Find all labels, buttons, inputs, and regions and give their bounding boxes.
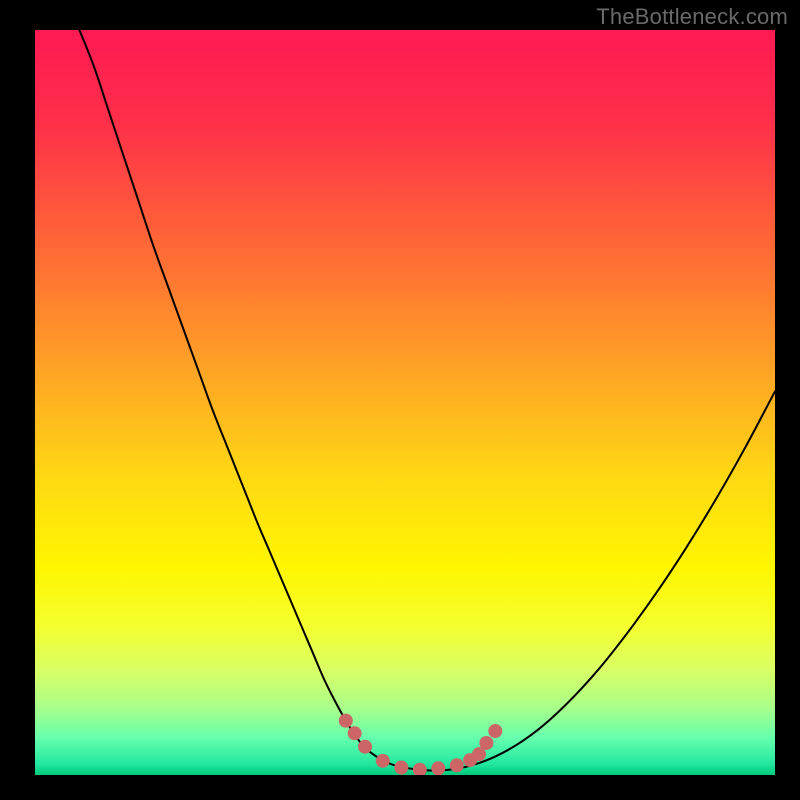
highlight-dots-point (376, 754, 390, 768)
highlight-dots-point (348, 726, 362, 740)
highlight-dots-point (479, 736, 493, 750)
highlight-dots-point (450, 758, 464, 772)
highlight-dots-point (358, 740, 372, 754)
chart-frame: TheBottleneck.com (0, 0, 800, 800)
bottleneck-chart (0, 0, 800, 800)
highlight-dots-point (413, 763, 427, 777)
highlight-dots-point (339, 714, 353, 728)
highlight-dots-point (488, 724, 502, 738)
plot-background (35, 30, 775, 775)
highlight-dots-point (431, 761, 445, 775)
highlight-dots-point (394, 761, 408, 775)
watermark-text: TheBottleneck.com (596, 4, 788, 30)
